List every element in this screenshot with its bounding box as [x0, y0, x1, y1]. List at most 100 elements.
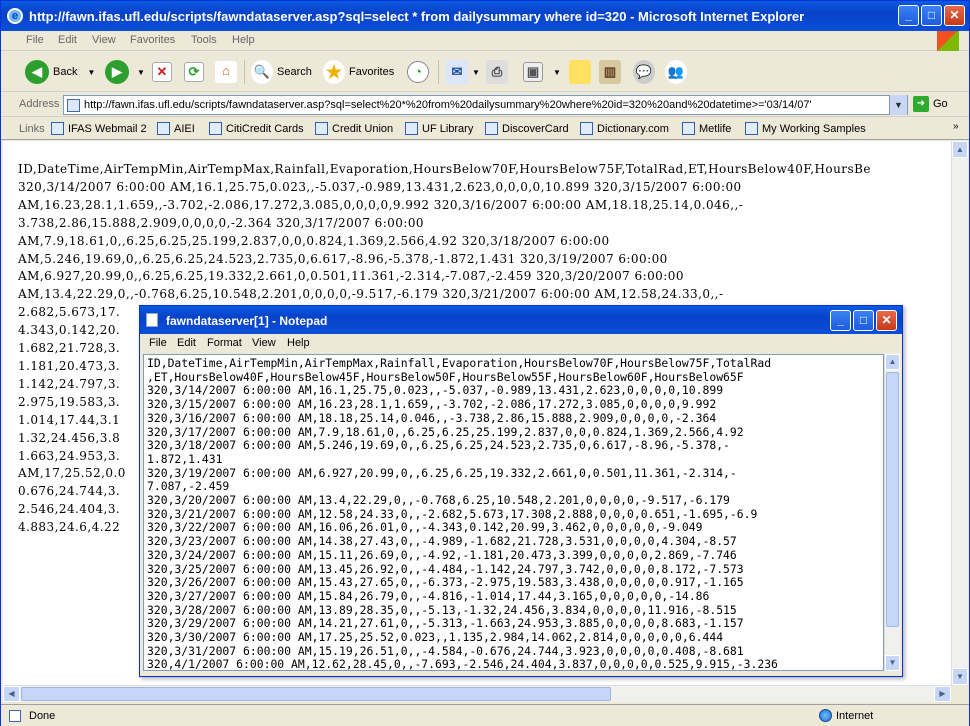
print-button[interactable]: ⎙ — [486, 58, 512, 86]
maximize-button[interactable]: □ — [921, 5, 942, 26]
notepad-text-line: 320,3/16/2007 6:00:00 AM,18.18,25.14,0.0… — [147, 410, 717, 425]
notepad-text-line: 320,3/30/2007 6:00:00 AM,17.25,25.52,0.0… — [147, 630, 724, 645]
link-my-working-samples[interactable]: My Working Samples — [745, 122, 866, 135]
notepad-vertical-scrollbar[interactable]: ▲ ▼ — [884, 354, 900, 671]
scroll-down-icon[interactable]: ▼ — [952, 668, 968, 685]
link-uf-library[interactable]: UF Library — [405, 122, 473, 135]
minimize-button[interactable]: _ — [898, 5, 919, 26]
messenger-button[interactable]: 👥 — [665, 58, 691, 86]
favorites-button[interactable]: ★ Favorites — [323, 58, 394, 86]
go-button[interactable]: ➜ Go — [913, 96, 948, 112]
notepad-text-line: 320,3/21/2007 6:00:00 AM,12.58,24.33,0,,… — [147, 506, 758, 521]
link-page-icon — [405, 122, 418, 135]
menu-help[interactable]: Help — [232, 34, 255, 46]
notepad-text-line: 320,3/19/2007 6:00:00 AM,6.927,20.99,0,,… — [147, 465, 737, 480]
notes-button[interactable] — [569, 58, 595, 86]
notepad-text-line: 320,3/29/2007 6:00:00 AM,14.21,27.61,0,,… — [147, 616, 744, 631]
notepad-menu-help[interactable]: Help — [287, 337, 310, 349]
address-input[interactable]: http://fawn.ifas.ufl.edu/scripts/fawndat… — [63, 95, 908, 115]
menu-file[interactable]: File — [26, 34, 44, 46]
scroll-up-icon[interactable]: ▲ — [952, 141, 968, 158]
close-button[interactable]: ✕ — [944, 5, 965, 26]
link-page-icon — [745, 122, 758, 135]
forward-button[interactable]: ▶ ▼ — [105, 58, 145, 86]
link-page-icon — [682, 122, 695, 135]
zone-text: Internet — [836, 710, 874, 722]
notepad-close-button[interactable]: ✕ — [876, 310, 897, 331]
link-aiei[interactable]: AIEI — [157, 122, 195, 135]
link-page-icon — [209, 122, 222, 135]
link-metlife[interactable]: Metlife — [682, 122, 731, 135]
scroll-right-icon[interactable]: ▶ — [934, 686, 951, 702]
link-discovercard[interactable]: DiscoverCard — [485, 122, 569, 135]
research-button[interactable]: ▥ — [599, 58, 625, 86]
history-button[interactable]: ◔ — [407, 58, 433, 86]
notepad-maximize-button[interactable]: □ — [853, 310, 874, 331]
notepad-scroll-down-icon[interactable]: ▼ — [885, 655, 900, 671]
notepad-menu-view[interactable]: View — [252, 337, 276, 349]
mail-icon: ✉ — [446, 60, 468, 84]
home-icon: ⌂ — [215, 61, 237, 83]
ie-titlebar[interactable]: e http://fawn.ifas.ufl.edu/scripts/fawnd… — [1, 1, 969, 31]
mail-button[interactable]: ✉ ▼ — [446, 58, 480, 86]
links-overflow-chevron-icon[interactable]: » — [953, 121, 959, 132]
notepad-text-line: 320,3/26/2007 6:00:00 AM,15.43,27.65,0,,… — [147, 575, 744, 590]
internet-zone-globe-icon — [819, 709, 832, 722]
link-page-icon — [315, 122, 328, 135]
horizontal-scroll-thumb[interactable] — [21, 687, 611, 701]
link-page-icon — [157, 122, 170, 135]
notepad-scroll-up-icon[interactable]: ▲ — [885, 354, 900, 370]
notepad-text-line: 320,3/28/2007 6:00:00 AM,13.89,28.35,0,,… — [147, 602, 737, 617]
home-button[interactable]: ⌂ — [215, 58, 241, 86]
ie-window-title: http://fawn.ifas.ufl.edu/scripts/fawndat… — [29, 9, 805, 24]
page-icon — [67, 99, 80, 112]
menu-edit[interactable]: Edit — [58, 34, 77, 46]
notepad-menu-file[interactable]: File — [149, 337, 167, 349]
print-icon: ⎙ — [486, 60, 508, 84]
notepad-text-line: 320,3/17/2007 6:00:00 AM,7.9,18.61,0,,6.… — [147, 424, 744, 439]
notepad-text-line: ,ET,HoursBelow40F,HoursBelow45F,HoursBel… — [147, 369, 744, 384]
notepad-scroll-thumb[interactable] — [886, 372, 899, 627]
notepad-text-line: 320,3/20/2007 6:00:00 AM,13.4,22.29,0,,-… — [147, 493, 730, 508]
links-label: Links — [19, 123, 45, 135]
back-button[interactable]: ◀ Back ▼ — [25, 58, 95, 86]
address-label: Address — [19, 98, 60, 110]
windows-logo-icon — [937, 31, 959, 51]
address-value: http://fawn.ifas.ufl.edu/scripts/fawndat… — [84, 99, 812, 111]
address-bar: Address http://fawn.ifas.ufl.edu/scripts… — [1, 93, 969, 117]
refresh-button[interactable]: ⟳ — [184, 58, 208, 86]
notepad-menu-format[interactable]: Format — [207, 337, 242, 349]
notepad-menu-edit[interactable]: Edit — [177, 337, 196, 349]
page-horizontal-scrollbar[interactable]: ◀ ▶ — [3, 685, 951, 702]
notepad-text-line: 320,3/14/2007 6:00:00 AM,16.1,25.75,0.02… — [147, 383, 724, 398]
toolbar-separator — [438, 60, 439, 84]
notepad-text-line: 320,3/25/2007 6:00:00 AM,13.45,26.92,0,,… — [147, 561, 744, 576]
ie-toolbar: ◀ Back ▼ ▶ ▼ ✕ ⟳ ⌂ 🔍 Search ★ Favorites ◔ ✉ ▼ … — [1, 52, 969, 92]
notepad-title: fawndataserver[1] - Notepad — [166, 314, 328, 328]
notepad-text-area[interactable]: ID,DateTime,AirTempMin,AirTempMax,Rainfa… — [143, 354, 884, 671]
notepad-minimize-button[interactable]: _ — [830, 310, 851, 331]
link-ifas-webmail[interactable]: IFAS Webmail 2 — [51, 122, 147, 135]
notepad-text-line: 320,3/18/2007 6:00:00 AM,5.246,19.69,0,,… — [147, 438, 730, 453]
menu-tools[interactable]: Tools — [191, 34, 217, 46]
page-vertical-scrollbar[interactable]: ▲ ▼ — [951, 141, 968, 685]
link-credit-union[interactable]: Credit Union — [315, 122, 393, 135]
link-dictionary[interactable]: Dictionary.com — [580, 122, 669, 135]
history-icon: ◔ — [407, 61, 429, 83]
search-icon: 🔍 — [251, 60, 273, 84]
link-citicredit-cards[interactable]: CitiCredit Cards — [209, 122, 304, 135]
scroll-left-icon[interactable]: ◀ — [3, 686, 20, 702]
refresh-icon: ⟳ — [184, 62, 204, 82]
menu-favorites[interactable]: Favorites — [130, 34, 175, 46]
menu-view[interactable]: View — [92, 34, 116, 46]
discuss-button[interactable]: 💬 — [633, 58, 659, 86]
address-dropdown-button[interactable]: ▼ — [889, 95, 907, 115]
search-button[interactable]: 🔍 Search — [251, 58, 312, 86]
stop-button[interactable]: ✕ — [152, 58, 176, 86]
notepad-text-line: 320,3/31/2007 6:00:00 AM,15.19,26.51,0,,… — [147, 643, 744, 658]
notepad-text-line: 1.872,1.431 — [147, 451, 223, 466]
edit-button[interactable]: ▣ ▼ — [523, 58, 561, 86]
notepad-text-line: 7.087,-2.459 — [147, 479, 230, 494]
notepad-titlebar[interactable]: fawndataserver[1] - Notepad _ □ ✕ — [140, 306, 902, 334]
page-text-line: 3.738,2.86,15.888,2.909,0,0,0,0,-2.364 3… — [18, 215, 425, 230]
